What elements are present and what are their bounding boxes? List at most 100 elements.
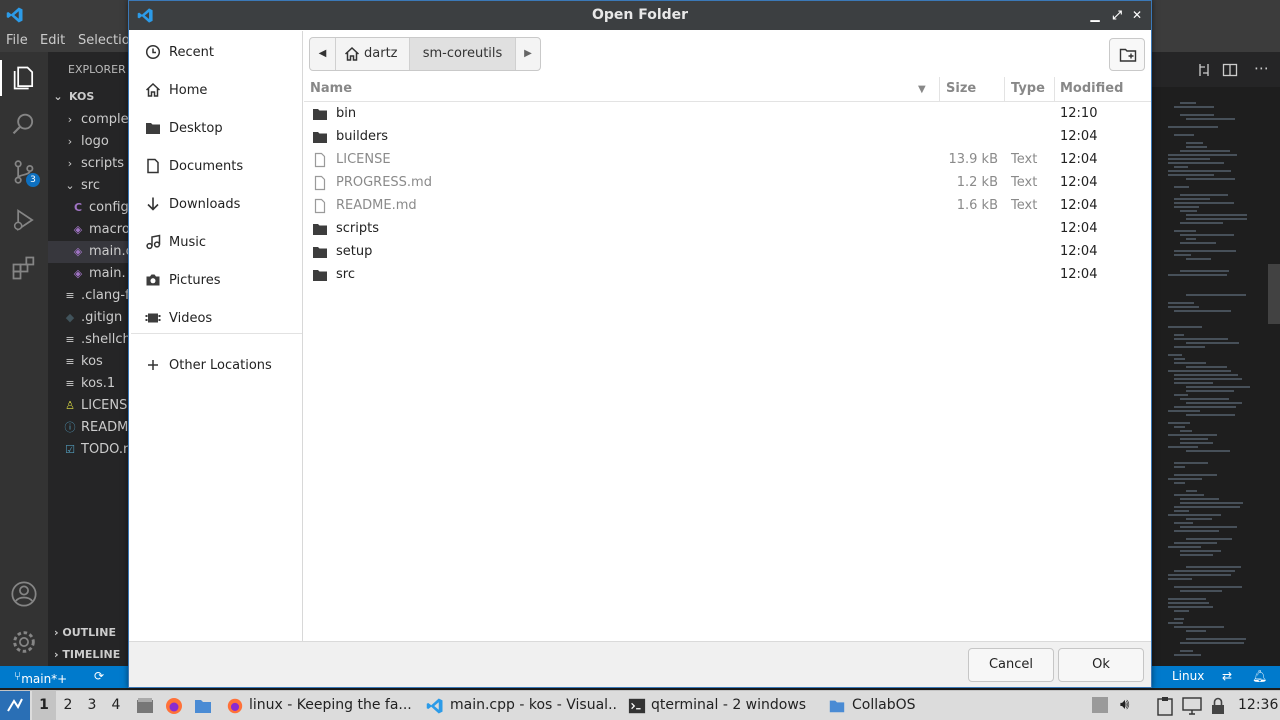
- clipboard-icon[interactable]: [1156, 696, 1174, 716]
- minimap-line: [1186, 258, 1211, 260]
- split-editor-icon[interactable]: [1222, 62, 1238, 78]
- account-icon[interactable]: [10, 580, 38, 608]
- place-documents[interactable]: Documents: [131, 147, 302, 185]
- column-name[interactable]: Name: [310, 81, 352, 96]
- maximize-button[interactable]: ⤢: [1109, 6, 1125, 24]
- place-desktop[interactable]: Desktop: [131, 109, 302, 147]
- column-type[interactable]: Type: [1011, 81, 1045, 96]
- tray-arrow-icon[interactable]: [1092, 697, 1108, 713]
- file-row[interactable]: setup 12:04: [304, 241, 1151, 264]
- file-row[interactable]: builders 12:04: [304, 126, 1151, 149]
- path-back-button[interactable]: ◀: [310, 38, 336, 70]
- extensions-icon[interactable]: [10, 254, 38, 282]
- minimap-line: [1180, 554, 1213, 556]
- taskbar-window-qterminal[interactable]: qterminal - 2 windows: [624, 691, 814, 720]
- tree-item-file-selected[interactable]: ◈ main.c: [48, 241, 130, 263]
- tree-root-kos[interactable]: ⌄ KOS: [52, 86, 94, 108]
- place-pictures[interactable]: Pictures: [131, 261, 302, 299]
- menu-file[interactable]: File: [6, 33, 28, 48]
- tree-item-folder[interactable]: › logo: [64, 131, 109, 153]
- tree-item-file[interactable]: Cconfig: [72, 197, 129, 219]
- folder-launcher-icon[interactable]: [193, 696, 213, 716]
- file-row[interactable]: PROGRESS.md 1.2 kB Text 12:04: [304, 172, 1151, 195]
- place-videos[interactable]: Videos: [131, 299, 302, 337]
- places-divider: [131, 333, 302, 334]
- manage-gear-icon[interactable]: [10, 628, 38, 656]
- text-file-icon: [314, 175, 326, 191]
- compare-icon[interactable]: [1196, 62, 1212, 78]
- tree-item-file[interactable]: ☑ TODO.r: [64, 439, 128, 461]
- language-mode[interactable]: Linux: [1172, 669, 1204, 683]
- run-debug-icon[interactable]: [10, 206, 38, 234]
- file-row[interactable]: README.md 1.6 kB Text 12:04: [304, 195, 1151, 218]
- more-actions-icon[interactable]: ⋯: [1254, 59, 1269, 77]
- explorer-icon[interactable]: [10, 64, 38, 92]
- taskbar-window-collabos[interactable]: CollabOS: [824, 691, 944, 720]
- place-other-locations[interactable]: Other Locations: [131, 346, 302, 384]
- tree-item-file[interactable]: ◆ .gitign: [64, 307, 122, 329]
- notifications-bell-icon[interactable]: 🔔︎: [1252, 669, 1267, 683]
- folder-icon: [313, 224, 327, 235]
- path-segment-current[interactable]: sm-coreutils: [410, 38, 516, 70]
- file-manager-launcher-icon[interactable]: [135, 696, 155, 716]
- tree-item-folder[interactable]: › comple: [64, 109, 129, 131]
- place-home[interactable]: Home: [131, 71, 302, 109]
- tree-item-file[interactable]: ≡ kos: [64, 351, 102, 373]
- place-music[interactable]: Music: [131, 223, 302, 261]
- cpp-file-icon: ◈: [73, 245, 83, 258]
- minimap-line: [1174, 522, 1193, 524]
- sort-descending-icon[interactable]: ▼: [918, 84, 926, 95]
- minimap-line: [1168, 434, 1217, 436]
- editor-scrollbar[interactable]: [1268, 264, 1280, 324]
- workspace-4[interactable]: 4: [104, 691, 128, 720]
- sync-icon[interactable]: ⟳: [94, 669, 104, 683]
- minimize-button[interactable]: ▁: [1087, 6, 1103, 24]
- place-downloads[interactable]: Downloads: [131, 185, 302, 223]
- file-row[interactable]: scripts 12:04: [304, 218, 1151, 241]
- minimap-line: [1180, 526, 1237, 528]
- tree-item-file[interactable]: ≡ .shellch: [64, 329, 130, 351]
- file-row[interactable]: src 12:04: [304, 264, 1151, 287]
- column-size[interactable]: Size: [946, 81, 976, 96]
- menu-selection[interactable]: Selectio: [78, 33, 130, 48]
- place-recent[interactable]: Recent: [131, 33, 302, 71]
- new-folder-button[interactable]: [1109, 38, 1145, 71]
- tree-item-file[interactable]: ◈ macro: [72, 219, 130, 241]
- lock-icon[interactable]: [1210, 697, 1226, 715]
- explorer-sidebar: EXPLORER ⌄ KOS › comple › logo › scripts ⌄ sr…: [48, 52, 130, 666]
- workspace-3[interactable]: 3: [80, 691, 104, 720]
- workspace-1[interactable]: 1: [32, 691, 56, 720]
- path-segment-home[interactable]: dartz: [336, 38, 410, 70]
- file-row[interactable]: bin 12:10: [304, 103, 1151, 126]
- tree-item-folder[interactable]: ⌄ src: [64, 175, 100, 197]
- tree-item-file[interactable]: ◈ main.: [72, 263, 126, 285]
- search-icon[interactable]: [10, 110, 38, 138]
- tree-item-folder[interactable]: › scripts: [64, 153, 124, 175]
- start-menu-button[interactable]: [0, 691, 30, 720]
- workspace-2[interactable]: 2: [56, 691, 80, 720]
- timeline-section[interactable]: › TIMELINE: [54, 648, 120, 661]
- taskbar-window-firefox[interactable]: linux - Keeping the fa...: [222, 691, 412, 720]
- column-modified[interactable]: Modified: [1060, 81, 1123, 96]
- minimap-line: [1186, 214, 1247, 216]
- path-forward-button[interactable]: ▶: [516, 38, 540, 70]
- clock[interactable]: 12:36: [1238, 697, 1278, 713]
- file-row[interactable]: LICENSE 13.9 kB Text 12:04: [304, 149, 1151, 172]
- close-button[interactable]: ✕: [1129, 6, 1145, 24]
- menu-edit[interactable]: Edit: [40, 33, 65, 48]
- tree-item-file[interactable]: ≡ .clang-f: [64, 285, 129, 307]
- tree-item-file[interactable]: ♙ LICENS: [64, 395, 127, 417]
- tree-item-file[interactable]: ≡ kos.1: [64, 373, 115, 395]
- display-icon[interactable]: [1182, 697, 1202, 715]
- cancel-button[interactable]: Cancel: [968, 648, 1054, 682]
- tree-item-file[interactable]: ⓘ READM: [64, 417, 129, 439]
- outline-section[interactable]: › OUTLINE: [54, 626, 116, 639]
- ok-button[interactable]: Ok: [1058, 648, 1144, 682]
- branch-status[interactable]: ⑂ main*+: [14, 669, 67, 686]
- live-share-icon[interactable]: ⇄: [1222, 669, 1232, 683]
- firefox-launcher-icon[interactable]: [164, 696, 184, 716]
- dialog-titlebar[interactable]: Open Folder ▁ ⤢ ✕: [129, 1, 1151, 30]
- volume-icon[interactable]: 🔊︎: [1120, 695, 1129, 713]
- folder-icon: [313, 270, 327, 281]
- taskbar-window-vscode[interactable]: main.cpp - kos - Visual...: [422, 691, 618, 720]
